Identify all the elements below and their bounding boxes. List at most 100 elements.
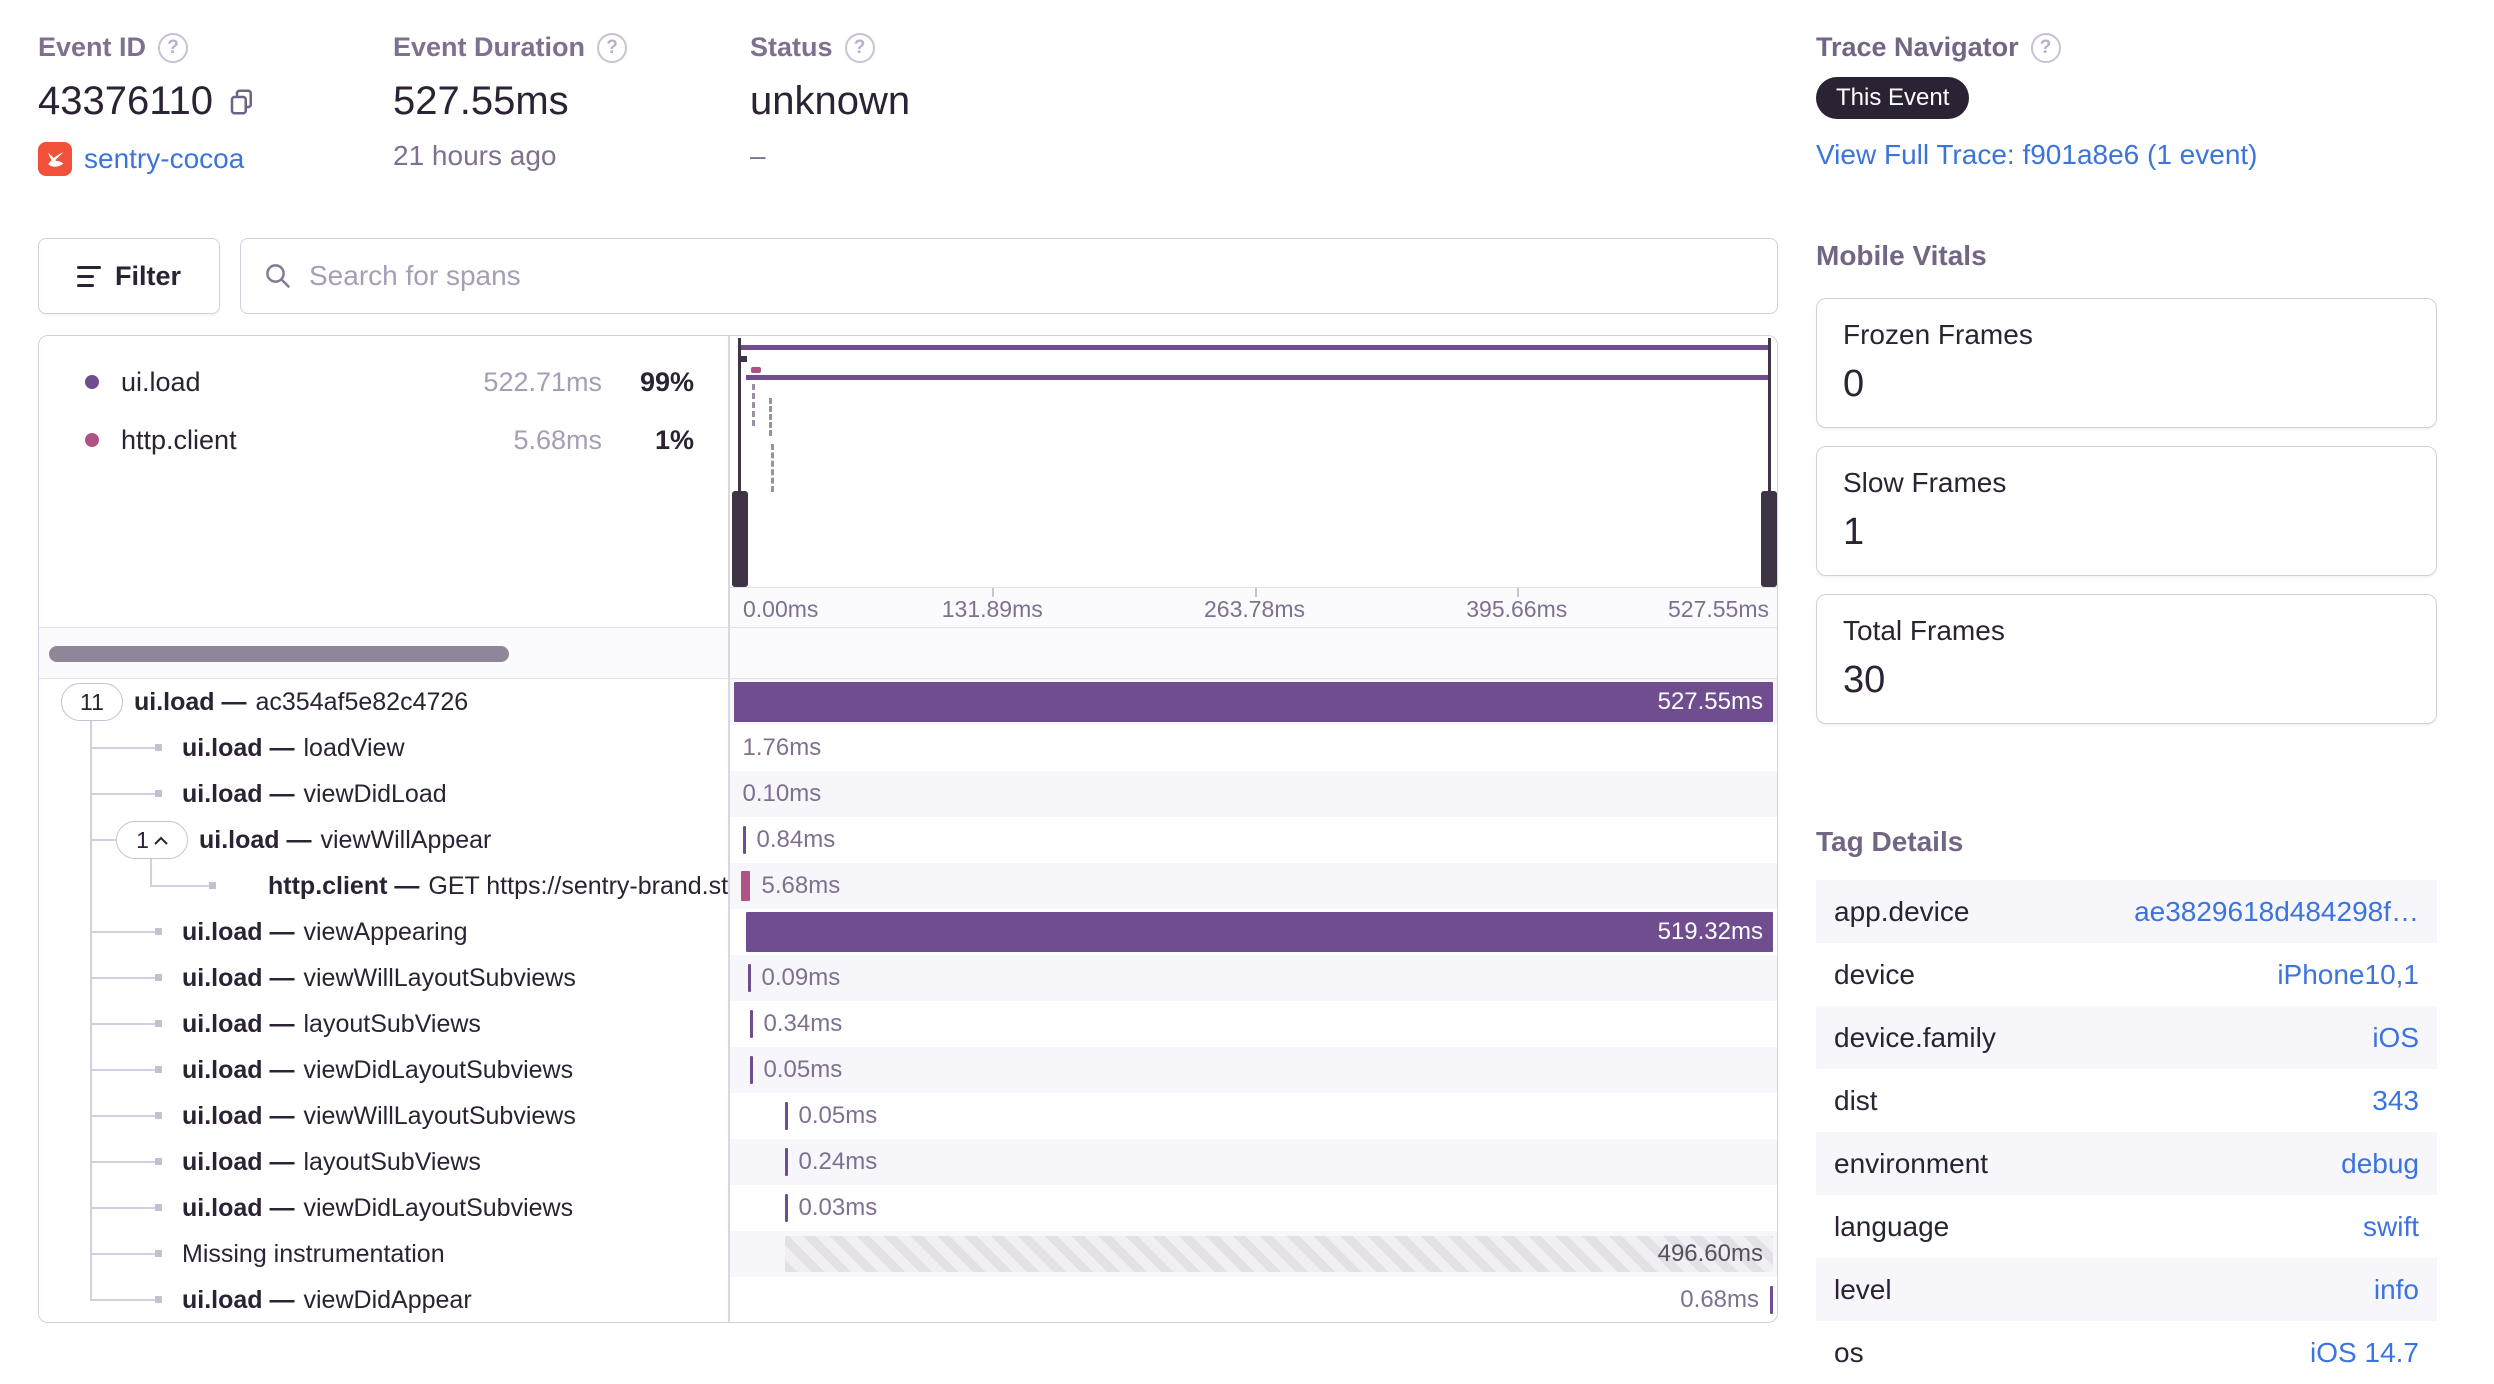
span-bar-row[interactable]: 5.68ms — [729, 863, 1777, 909]
axis-tick-label: 131.89ms — [941, 596, 1043, 622]
tag-value-link[interactable]: 343 — [2372, 1085, 2419, 1117]
span-tree-labels: 11 ui.load — ac354af5e82c4726 ui.load — lo… — [39, 679, 728, 1322]
span-bar[interactable] — [740, 871, 750, 901]
vital-card-slow-frames: Slow Frames 1 — [1816, 446, 2437, 576]
span-duration: 0.24ms — [798, 1148, 878, 1175]
span-bar[interactable] — [784, 1102, 788, 1130]
span-bar[interactable]: 527.55ms — [733, 682, 1773, 722]
span-bar-row[interactable]: 527.55ms — [729, 679, 1777, 725]
minimap-left-handle[interactable] — [732, 491, 748, 587]
help-icon[interactable]: ? — [597, 32, 628, 63]
vital-label: Slow Frames — [1843, 467, 2007, 498]
span-op: ui.load — — [182, 1056, 295, 1084]
span-row-label[interactable]: ui.load — loadView — [39, 725, 728, 771]
vital-label: Total Frames — [1843, 615, 2005, 646]
span-name: Missing instrumentation — [182, 1240, 445, 1268]
legend-item-http-client: http.client 5.68ms 1% — [39, 420, 728, 460]
filter-button[interactable]: Filter — [38, 238, 220, 314]
legend-percent: 99% — [639, 366, 694, 397]
span-bar-row[interactable]: 519.32ms — [730, 909, 1778, 955]
span-bar-row[interactable]: 1.76ms — [730, 725, 1778, 771]
vital-card-total-frames: Total Frames 30 — [1816, 594, 2437, 724]
span-bar-row[interactable]: 0.05ms — [730, 1093, 1778, 1139]
tag-key: language — [1834, 1210, 1950, 1242]
search-input[interactable] — [309, 260, 1755, 292]
span-row-label[interactable]: ui.load — viewDidLoad — [39, 771, 728, 817]
tag-value-link[interactable]: debug — [2341, 1148, 2419, 1180]
tag-key: environment — [1834, 1147, 1989, 1179]
span-bar-row[interactable]: 0.68ms — [730, 1277, 1778, 1322]
span-row-label[interactable]: Missing instrumentation — [39, 1231, 728, 1277]
span-bar-row[interactable]: 0.03ms — [730, 1185, 1778, 1231]
span-bar[interactable]: 519.32ms — [745, 912, 1773, 952]
tree-scrollbar[interactable] — [49, 646, 509, 662]
vital-value: 30 — [1843, 659, 1886, 701]
span-name: layoutSubViews — [303, 1010, 481, 1038]
span-row-label[interactable]: 11 ui.load — ac354af5e82c4726 — [39, 679, 728, 725]
span-bar-row[interactable]: 496.60ms — [729, 1231, 1777, 1277]
view-full-trace-link[interactable]: View Full Trace: f901a8e6 (1 event) — [1816, 139, 2258, 170]
span-row-label[interactable]: ui.load — viewWillLayoutSubviews — [39, 955, 728, 1001]
tag-value-link[interactable]: ae3829618d484298f… — [2134, 896, 2419, 928]
span-bar[interactable] — [749, 1056, 753, 1084]
span-row-label[interactable]: ui.load — viewDidAppear — [39, 1277, 728, 1322]
span-row-label[interactable]: ui.load — viewAppearing — [39, 909, 728, 955]
copy-icon[interactable] — [227, 87, 257, 117]
span-op: http.client — — [268, 872, 420, 900]
span-duration: 496.60ms — [1657, 1240, 1763, 1267]
trace-minimap[interactable] — [730, 336, 1777, 587]
trace-navigator-label: Trace Navigator — [1816, 32, 2019, 62]
span-row-label[interactable]: ui.load — viewDidLayoutSubviews — [39, 1185, 728, 1231]
span-bar-row[interactable]: 0.34ms — [730, 1001, 1778, 1047]
span-duration: 0.05ms — [763, 1056, 843, 1083]
axis-tick-label: 395.66ms — [1466, 596, 1568, 622]
span-row-label[interactable]: ui.load — layoutSubViews — [39, 1001, 728, 1047]
span-bar[interactable] — [747, 964, 751, 992]
span-duration: 0.68ms — [1680, 1286, 1759, 1313]
span-bar-row[interactable]: 0.09ms — [729, 955, 1777, 1001]
span-row-label[interactable]: ui.load — viewWillLayoutSubviews — [39, 1093, 728, 1139]
span-count-badge[interactable]: 11 — [61, 683, 123, 721]
missing-instrumentation-bar[interactable]: 496.60ms — [784, 1236, 1773, 1272]
span-bar[interactable] — [784, 1148, 788, 1176]
minimap-root-span — [741, 345, 1769, 350]
span-bar-row[interactable]: 0.84ms — [730, 817, 1778, 863]
tag-value-link[interactable]: iOS — [2372, 1022, 2419, 1054]
column-divider[interactable] — [728, 336, 730, 1322]
tag-value-link[interactable]: swift — [2363, 1211, 2419, 1243]
tag-value-link[interactable]: iOS 14.7 — [2310, 1337, 2419, 1369]
span-row-label[interactable]: ui.load — viewDidLayoutSubviews — [39, 1047, 728, 1093]
span-name: GET https://sentry-brand.stora — [428, 872, 728, 900]
span-op: ui.load — — [182, 1286, 295, 1314]
time-axis: 0.00ms 131.89ms 263.78ms 395.66ms 527.55… — [730, 587, 1777, 627]
span-bar-row[interactable]: 0.05ms — [729, 1047, 1777, 1093]
span-bar[interactable] — [1770, 1286, 1773, 1314]
minimap-span-mark — [769, 398, 772, 436]
span-duration: 5.68ms — [761, 872, 841, 899]
help-icon[interactable]: ? — [158, 32, 189, 63]
span-bar-row[interactable]: 0.10ms — [729, 771, 1777, 817]
event-id-label: Event ID — [38, 32, 147, 62]
legend-duration: 5.68ms — [513, 424, 602, 455]
tag-key: level — [1834, 1273, 1892, 1305]
span-bar-row[interactable]: 0.24ms — [729, 1139, 1777, 1185]
span-duration: 0.09ms — [761, 964, 841, 991]
minimap-right-handle[interactable] — [1761, 491, 1777, 587]
span-row-label[interactable]: http.client — GET https://sentry-brand.st… — [39, 863, 728, 909]
project-link[interactable]: sentry-cocoa — [84, 143, 244, 175]
collapse-badge[interactable]: 1 — [116, 821, 188, 859]
span-op: ui.load — — [182, 1194, 295, 1222]
span-duration: 0.10ms — [742, 780, 822, 807]
span-bar[interactable] — [749, 1010, 753, 1038]
span-bar[interactable] — [784, 1194, 788, 1222]
span-name: viewDidLayoutSubviews — [303, 1056, 574, 1084]
span-row-label[interactable]: ui.load — layoutSubViews — [39, 1139, 728, 1185]
tag-value-link[interactable]: iPhone10,1 — [2277, 959, 2419, 991]
chevron-up-icon — [154, 836, 168, 845]
help-icon[interactable]: ? — [2030, 32, 2061, 63]
span-row-label[interactable]: 1 ui.load — viewWillAppear — [39, 817, 728, 863]
tag-value-link[interactable]: info — [2374, 1274, 2419, 1306]
help-icon[interactable]: ? — [844, 32, 875, 63]
span-bar[interactable] — [742, 826, 746, 854]
span-name: loadView — [303, 734, 405, 762]
